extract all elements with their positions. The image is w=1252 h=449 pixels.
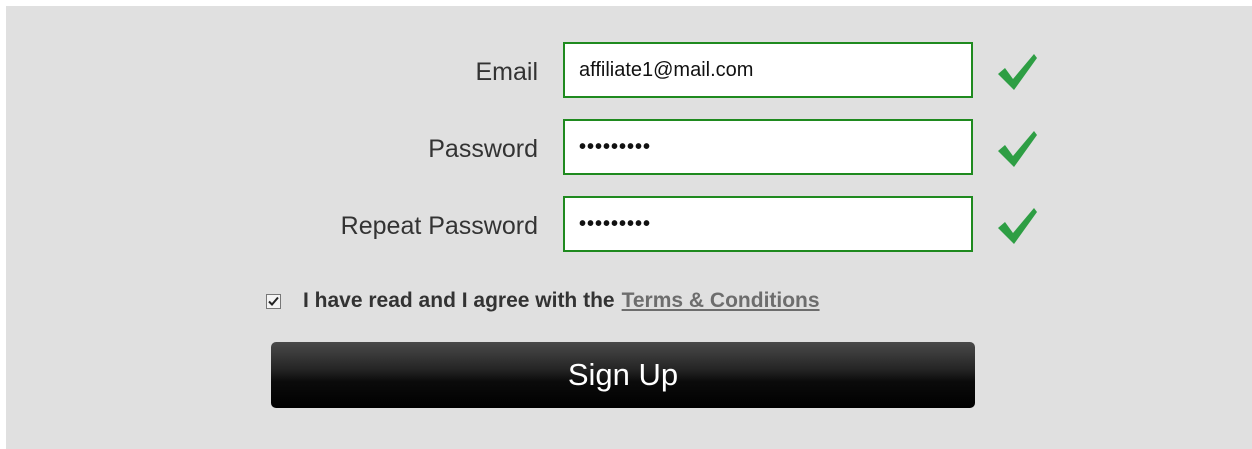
terms-checkbox[interactable] [266, 293, 281, 309]
repeat-password-field[interactable] [563, 196, 973, 252]
repeat-password-valid-check-icon [998, 208, 1037, 244]
email-field[interactable] [563, 42, 973, 98]
terms-conditions-link[interactable]: Terms & Conditions [622, 289, 820, 313]
signup-form-panel: Email Password Repeat Password I have re… [6, 6, 1252, 449]
email-label: Email [475, 58, 538, 86]
repeat-password-row: Repeat Password [6, 196, 1252, 256]
password-label: Password [428, 135, 538, 163]
password-field[interactable] [563, 119, 973, 175]
password-valid-check-icon [998, 131, 1037, 167]
checkmark-icon [268, 296, 279, 306]
sign-up-button[interactable]: Sign Up [271, 342, 975, 408]
terms-agreement: I have read and I agree with the Terms &… [266, 286, 820, 316]
terms-agreement-text: I have read and I agree with the [303, 289, 615, 312]
password-row: Password [6, 119, 1252, 179]
repeat-password-label: Repeat Password [340, 212, 538, 240]
email-valid-check-icon [998, 54, 1037, 90]
email-row: Email [6, 42, 1252, 102]
